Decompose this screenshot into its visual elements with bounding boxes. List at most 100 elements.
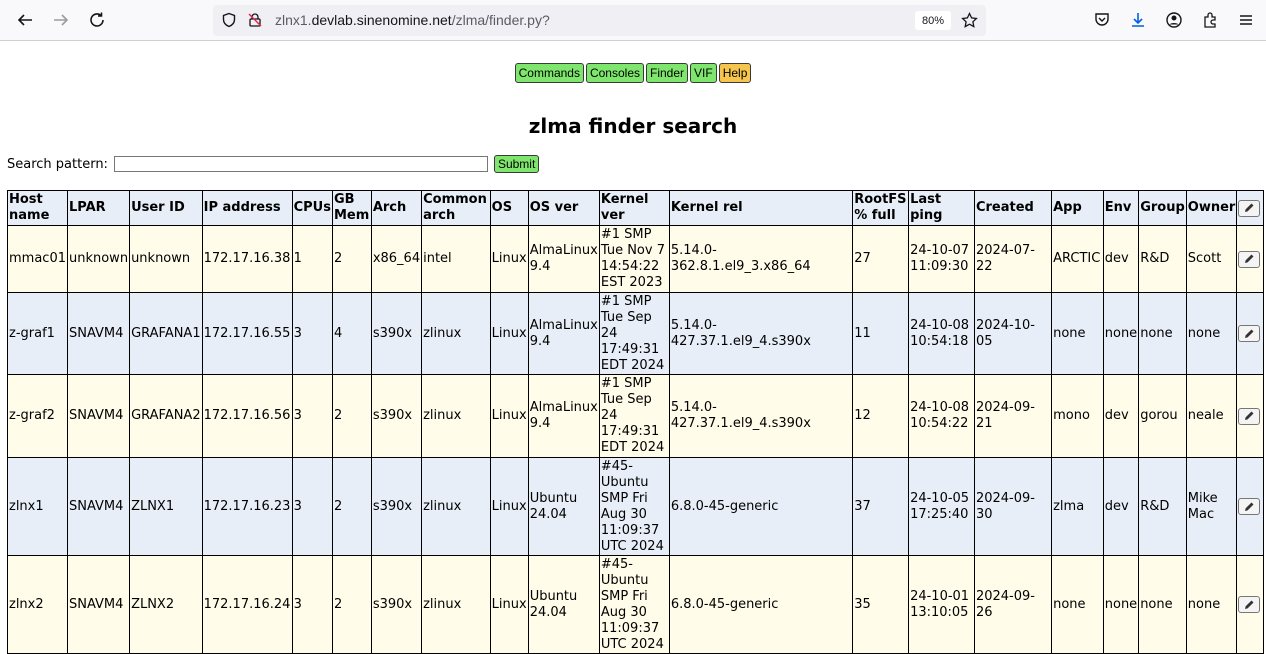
pencil-icon — [1245, 329, 1254, 338]
cell-kernel-rel: 6.8.0-45-generic — [668, 555, 854, 654]
edit-row-button[interactable] — [1238, 498, 1261, 515]
shield-icon[interactable] — [221, 12, 237, 32]
pencil-icon — [1245, 600, 1254, 609]
edit-row-button[interactable] — [1238, 596, 1261, 613]
cell-os-ver: AlmaLinux 9.4 — [527, 292, 600, 375]
cell-os-ver: Ubuntu 24.04 — [527, 457, 600, 556]
cell-kernel-ver: #1 SMP Tue Sep 24 17:49:31 EDT 2024 — [598, 374, 670, 458]
download-icon[interactable] — [1126, 8, 1150, 32]
cell-user-id: unknown — [129, 225, 203, 293]
finder-results-table: Host name LPAR User ID IP address CPUs G… — [7, 190, 1264, 654]
cell-owner: neale — [1185, 374, 1238, 458]
pencil-icon — [1245, 254, 1254, 263]
nav-consoles-button[interactable]: Consoles — [585, 63, 644, 83]
cell-edit — [1236, 374, 1264, 458]
edit-row-button[interactable] — [1238, 407, 1261, 425]
cell-common-arch: zlinux — [421, 457, 491, 556]
pencil-icon — [1245, 203, 1254, 212]
cell-kernel-rel: 5.14.0-427.37.1.el9_4.s390x — [668, 292, 854, 375]
cell-os: Linux — [489, 374, 529, 458]
zoom-level-badge[interactable]: 80% — [915, 11, 951, 30]
url-text[interactable]: zlnx1.devlab.sinenomine.net/zlma/finder.… — [275, 12, 550, 28]
cell-group: none — [1138, 292, 1187, 375]
cell-ip-address: 172.17.16.55 — [201, 292, 293, 375]
table-row: z-graf1 SNAVM4 GRAFANA1 172.17.16.55 3 4 s390x… — [7, 292, 1264, 375]
cell-env: none — [1102, 292, 1140, 375]
cell-host-name: z-graf2 — [7, 374, 68, 458]
edit-all-button[interactable] — [1238, 199, 1261, 217]
cell-os: Linux — [489, 292, 529, 375]
table-row: zlnx1 SNAVM4 ZLNX1 172.17.16.23 3 2 s390x zlinu… — [7, 457, 1264, 556]
cell-user-id: ZLNX1 — [129, 457, 203, 556]
cell-rootfs-full: 37 — [852, 457, 910, 556]
cell-created: 2024-09-26 — [973, 555, 1053, 654]
star-icon[interactable] — [961, 11, 978, 33]
reload-icon[interactable] — [85, 8, 109, 32]
insecure-lock-icon[interactable] — [247, 12, 263, 32]
cell-owner: Mike Mac — [1185, 457, 1238, 556]
submit-button[interactable]: Submit — [493, 155, 540, 173]
cell-ip-address: 172.17.16.23 — [201, 457, 293, 556]
cell-kernel-ver: #1 SMP Tue Sep 24 17:49:31 EDT 2024 — [598, 292, 670, 375]
cell-gb-mem: 2 — [331, 374, 372, 458]
header-os-ver: OS ver — [527, 190, 600, 226]
header-lpar: LPAR — [66, 190, 131, 226]
cell-common-arch: zlinux — [421, 374, 491, 458]
cell-app: zlma — [1051, 457, 1104, 556]
pencil-icon — [1245, 502, 1254, 511]
pencil-icon — [1245, 411, 1254, 420]
cell-group: gorou — [1138, 374, 1187, 458]
cell-host-name: z-graf1 — [7, 292, 68, 375]
cell-edit — [1236, 457, 1264, 556]
nav-finder-button[interactable]: Finder — [646, 63, 689, 83]
nav-help-button[interactable]: Help — [718, 63, 752, 83]
cell-lpar: SNAVM4 — [66, 374, 131, 458]
header-ip-address: IP address — [201, 190, 293, 226]
cell-env: none — [1102, 555, 1140, 654]
cell-rootfs-full: 11 — [852, 292, 910, 375]
cell-created: 2024-09-21 — [973, 374, 1053, 458]
extensions-icon[interactable] — [1198, 8, 1222, 32]
menu-icon[interactable] — [1234, 8, 1258, 32]
cell-app: mono — [1051, 374, 1104, 458]
header-kernel-rel: Kernel rel — [668, 190, 854, 226]
cell-arch: x86_64 — [370, 225, 423, 293]
header-arch: Arch — [370, 190, 423, 226]
edit-row-button[interactable] — [1238, 250, 1261, 268]
cell-host-name: zlnx1 — [7, 457, 68, 556]
header-owner: Owner — [1185, 190, 1238, 226]
nav-vif-button[interactable]: VIF — [690, 63, 717, 83]
cell-gb-mem: 2 — [331, 457, 372, 556]
account-icon[interactable] — [1162, 8, 1186, 32]
back-icon[interactable] — [13, 8, 37, 32]
cell-os: Linux — [489, 225, 529, 293]
cell-os-ver: Ubuntu 24.04 — [527, 555, 600, 654]
cell-last-ping: 24-10-08 10:54:18 — [908, 292, 975, 375]
cell-common-arch: zlinux — [421, 555, 491, 654]
cell-env: dev — [1102, 225, 1140, 293]
url-bar[interactable]: zlnx1.devlab.sinenomine.net/zlma/finder.… — [213, 5, 986, 36]
header-rootfs-full: RootFS % full — [852, 190, 910, 226]
cell-ip-address: 172.17.16.24 — [201, 555, 293, 654]
cell-owner: Scott — [1185, 225, 1238, 293]
pocket-icon[interactable] — [1090, 8, 1114, 32]
cell-cpus: 3 — [291, 292, 333, 375]
forward-icon[interactable] — [49, 8, 73, 32]
cell-user-id: ZLNX2 — [129, 555, 203, 654]
table-row: mmac01 unknown unknown 172.17.16.38 1 2 x86_64… — [7, 225, 1264, 293]
cell-common-arch: intel — [421, 225, 491, 293]
table-body: mmac01 unknown unknown 172.17.16.38 1 2 x86_64… — [7, 225, 1264, 654]
cell-group: R&D — [1138, 457, 1187, 556]
cell-env: dev — [1102, 457, 1140, 556]
cell-owner: none — [1185, 292, 1238, 375]
cell-kernel-rel: 5.14.0-427.37.1.el9_4.s390x — [668, 374, 854, 458]
search-form: Search pattern: Submit — [7, 155, 540, 173]
nav-commands-button[interactable]: Commands — [514, 63, 584, 83]
cell-last-ping: 24-10-01 13:10:05 — [908, 555, 975, 654]
cell-app: ARCTIC — [1051, 225, 1104, 293]
edit-row-button[interactable] — [1238, 325, 1261, 342]
cell-cpus: 1 — [291, 225, 333, 293]
search-input[interactable] — [113, 156, 488, 172]
cell-lpar: unknown — [66, 225, 131, 293]
cell-lpar: SNAVM4 — [66, 555, 131, 654]
